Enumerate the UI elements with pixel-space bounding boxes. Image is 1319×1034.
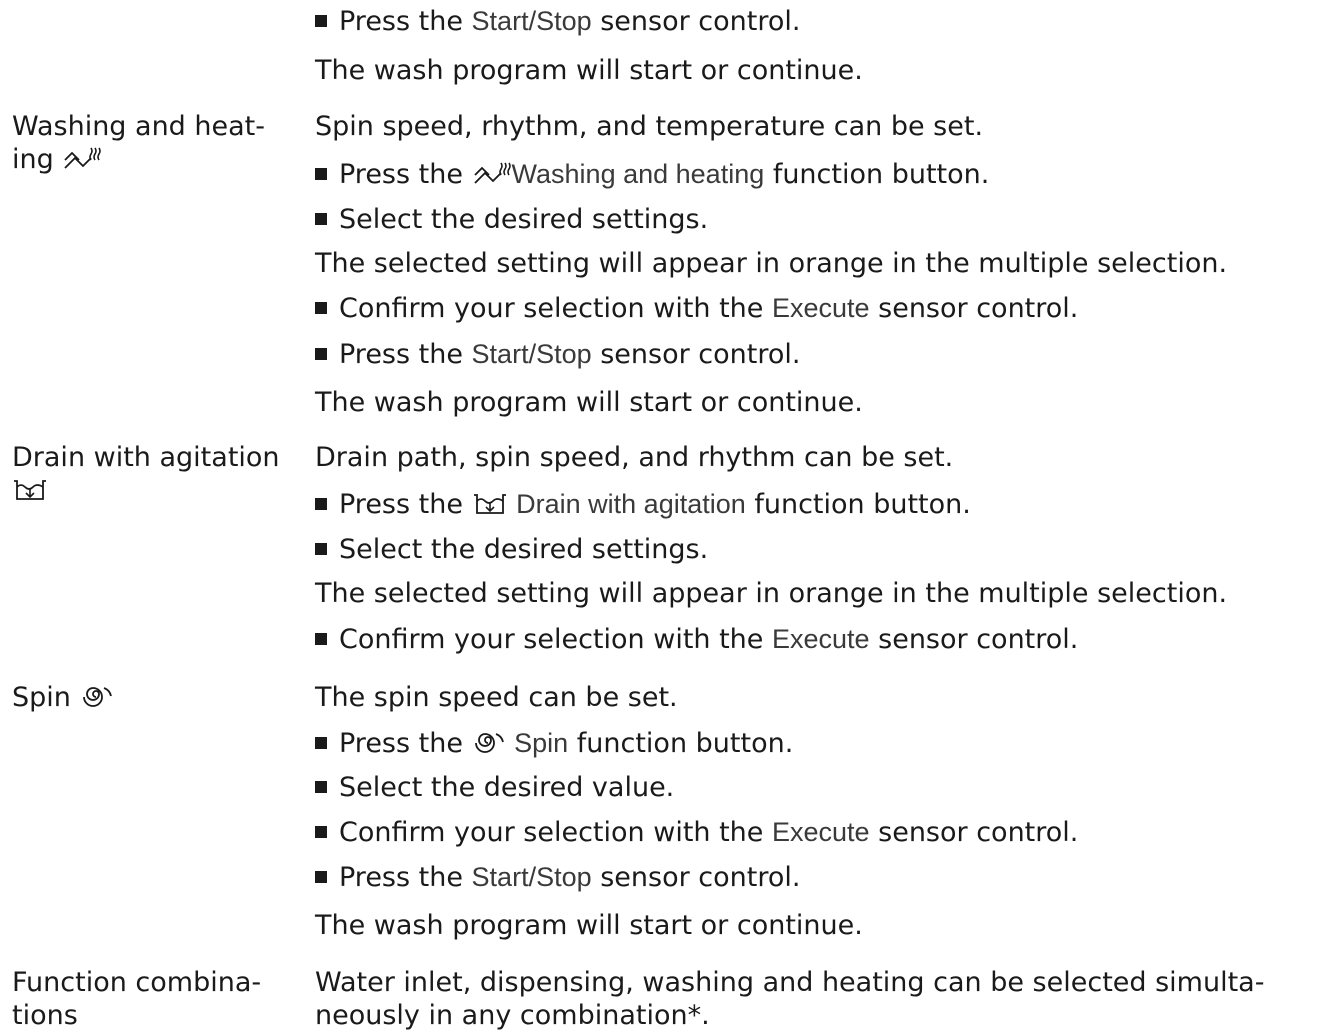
- bullet-icon: [315, 498, 327, 510]
- label-washing-heating-line2: ing: [12, 143, 102, 176]
- bullet-icon: [315, 302, 327, 314]
- label-spin: Spin: [12, 681, 114, 714]
- step-select-settings: Select the desired settings.: [315, 533, 708, 566]
- start-stop-control-name: Start/Stop: [471, 862, 592, 892]
- step-press-washing-heating: Press the Washing and heating function b…: [315, 158, 989, 191]
- label-drain-agitation: Drain with agitation: [12, 442, 280, 473]
- label-washing-heating-line1: Washing and heat-: [12, 111, 266, 142]
- step-confirm-execute: Confirm your selection with the Execute …: [315, 816, 1078, 849]
- drain-agitation-icon: [472, 493, 508, 517]
- step-confirm-execute: Confirm your selection with the Execute …: [315, 292, 1078, 325]
- step-press-start-stop: Press the Start/Stop sensor control.: [315, 5, 800, 38]
- bullet-icon: [315, 633, 327, 645]
- step-press-start-stop: Press the Start/Stop sensor control.: [315, 861, 800, 894]
- start-stop-control-name: Start/Stop: [471, 339, 592, 369]
- step-select-settings: Select the desired settings.: [315, 203, 708, 236]
- label-function-combinations-line2: tions: [12, 1000, 78, 1031]
- step-press-drain-agitation: Press the Drain with agitation function …: [315, 488, 971, 521]
- start-stop-control-name: Start/Stop: [471, 6, 592, 36]
- bullet-icon: [315, 348, 327, 360]
- washing-heating-icon: [62, 146, 102, 172]
- execute-control-name: Execute: [772, 293, 870, 323]
- washing-heating-intro: Spin speed, rhythm, and temperature can …: [315, 111, 984, 142]
- bullet-icon: [315, 543, 327, 555]
- bullet-icon: [315, 213, 327, 225]
- bullet-icon: [315, 737, 327, 749]
- execute-control-name: Execute: [772, 624, 870, 654]
- bullet-icon: [315, 15, 327, 27]
- manual-page: Press the Start/Stop sensor control. The…: [0, 0, 1319, 1034]
- orange-selection-note: The selected setting will appear in oran…: [315, 578, 1228, 609]
- function-combinations-text-line2: neously in any combination*.: [315, 1000, 710, 1031]
- step-press-spin: Press the Spin function button.: [315, 727, 793, 760]
- drain-agitation-icon: [12, 479, 48, 503]
- washing-heating-button-name: Washing and heating: [511, 159, 765, 189]
- orange-selection-note: The selected setting will appear in oran…: [315, 248, 1228, 279]
- result-text: The wash program will start or continue.: [315, 387, 863, 418]
- spin-icon: [80, 682, 114, 710]
- spin-intro: The spin speed can be set.: [315, 682, 678, 713]
- result-text: The wash program will start or continue.: [315, 55, 863, 86]
- function-combinations-text-line1: Water inlet, dispensing, washing and hea…: [315, 967, 1265, 998]
- spin-icon: [472, 728, 506, 756]
- label-drain-agitation-icon-row: [12, 474, 48, 507]
- step-press-start-stop: Press the Start/Stop sensor control.: [315, 338, 800, 371]
- bullet-icon: [315, 871, 327, 883]
- drain-agitation-button-name: Drain with agitation: [516, 489, 746, 519]
- bullet-icon: [315, 168, 327, 180]
- drain-agitation-intro: Drain path, spin speed, and rhythm can b…: [315, 442, 954, 473]
- execute-control-name: Execute: [772, 817, 870, 847]
- step-select-value: Select the desired value.: [315, 771, 674, 804]
- step-confirm-execute: Confirm your selection with the Execute …: [315, 623, 1078, 656]
- result-text: The wash program will start or continue.: [315, 910, 863, 941]
- bullet-icon: [315, 781, 327, 793]
- washing-heating-icon: [472, 161, 512, 187]
- spin-button-name: Spin: [514, 728, 569, 758]
- bullet-icon: [315, 826, 327, 838]
- label-function-combinations-line1: Function combina-: [12, 967, 262, 998]
